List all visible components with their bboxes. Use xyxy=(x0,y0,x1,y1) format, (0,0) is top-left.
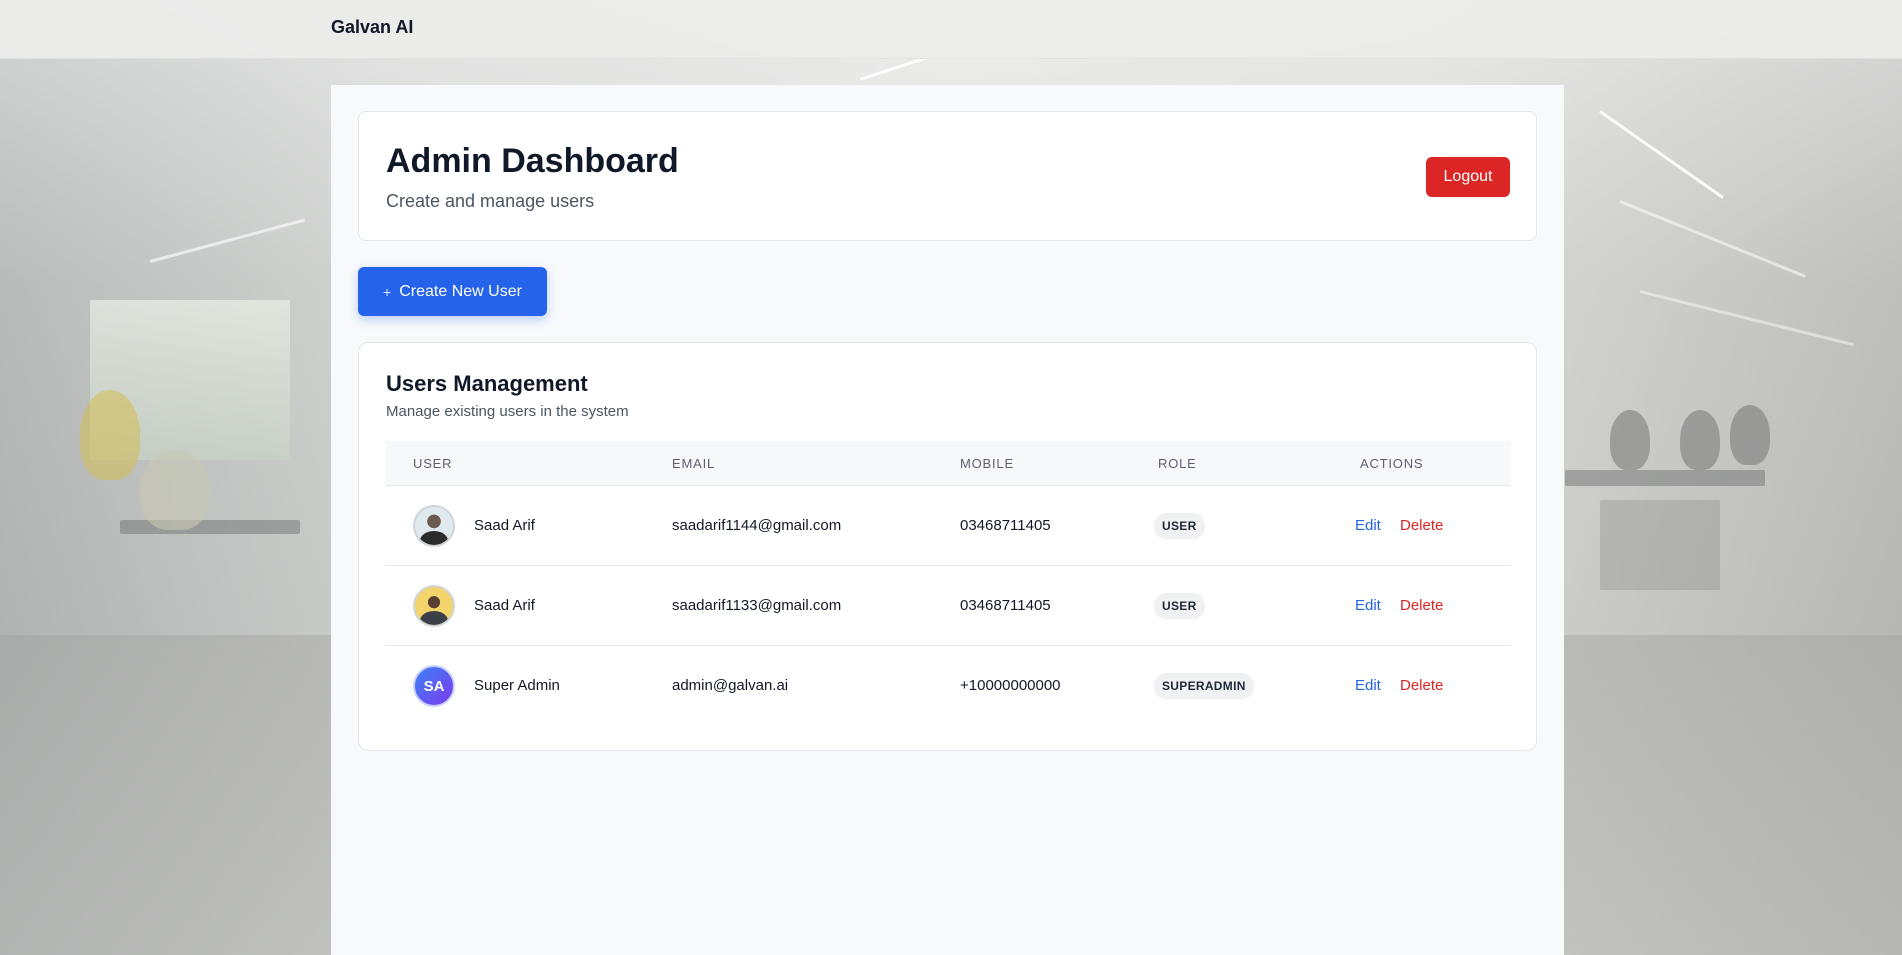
table-row: Saad Arif saadarif1144@gmail.com 0346871… xyxy=(386,486,1511,566)
role-badge: USER xyxy=(1154,513,1205,539)
logout-button[interactable]: Logout xyxy=(1426,157,1510,197)
edit-user-link[interactable]: Edit xyxy=(1355,597,1381,614)
section-title: Users Management xyxy=(386,371,588,396)
users-management-card: Users Management Manage existing users i… xyxy=(358,342,1537,751)
user-name: Saad Arif xyxy=(474,517,535,534)
background-desk xyxy=(120,520,300,534)
main-content: Admin Dashboard Create and manage users … xyxy=(331,85,1564,955)
table-header: USER EMAIL MOBILE ROLE ACTIONS xyxy=(386,441,1511,486)
create-new-user-button[interactable]: + Create New User xyxy=(358,267,547,316)
user-email: admin@galvan.ai xyxy=(672,677,789,694)
user-email: saadarif1133@gmail.com xyxy=(672,597,842,614)
background-light xyxy=(1599,110,1724,199)
edit-user-link[interactable]: Edit xyxy=(1355,677,1381,694)
top-navbar: Galvan AI xyxy=(0,0,1902,59)
background-light xyxy=(149,218,305,263)
column-header-mobile: MOBILE xyxy=(960,456,1014,471)
column-header-actions: ACTIONS xyxy=(1360,456,1424,471)
dashboard-header-card: Admin Dashboard Create and manage users … xyxy=(358,111,1537,241)
avatar-photo xyxy=(420,531,448,545)
column-header-user: USER xyxy=(413,456,453,471)
edit-user-link[interactable]: Edit xyxy=(1355,517,1381,534)
background-person xyxy=(1680,410,1720,470)
create-new-user-label: Create New User xyxy=(399,282,522,300)
brand-logo-text[interactable]: Galvan AI xyxy=(331,17,413,38)
avatar: SA xyxy=(413,665,455,707)
user-name: Saad Arif xyxy=(474,597,535,614)
avatar xyxy=(413,585,455,627)
section-subtitle: Manage existing users in the system xyxy=(386,403,629,420)
background-desk xyxy=(1565,470,1765,486)
role-badge: SUPERADMIN xyxy=(1154,673,1254,699)
background-light xyxy=(1639,290,1854,347)
delete-user-link[interactable]: Delete xyxy=(1400,597,1443,614)
table-row: Saad Arif saadarif1133@gmail.com 0346871… xyxy=(386,566,1511,646)
page-title: Admin Dashboard xyxy=(386,142,679,180)
background-person xyxy=(1610,410,1650,470)
plus-icon: + xyxy=(383,283,392,300)
avatar-initials: SA xyxy=(423,677,445,695)
delete-user-link[interactable]: Delete xyxy=(1400,517,1443,534)
user-email: saadarif1144@gmail.com xyxy=(672,517,842,534)
background-light xyxy=(1619,200,1806,278)
background-person xyxy=(1730,405,1770,465)
column-header-role: ROLE xyxy=(1158,456,1197,471)
delete-user-link[interactable]: Delete xyxy=(1400,677,1443,694)
background-person xyxy=(140,450,210,530)
user-mobile: 03468711405 xyxy=(960,517,1051,534)
page-subtitle: Create and manage users xyxy=(386,191,595,211)
table-row: SA Super Admin admin@galvan.ai +10000000… xyxy=(386,646,1511,726)
avatar xyxy=(413,505,455,547)
column-header-email: EMAIL xyxy=(672,456,716,471)
user-mobile: 03468711405 xyxy=(960,597,1051,614)
users-table: USER EMAIL MOBILE ROLE ACTIONS Saad Arif… xyxy=(386,441,1511,726)
user-mobile: +10000000000 xyxy=(960,677,1061,694)
user-name: Super Admin xyxy=(474,677,560,694)
background-person xyxy=(80,390,140,480)
avatar-photo xyxy=(420,611,448,625)
role-badge: USER xyxy=(1154,593,1205,619)
background-desk xyxy=(1600,500,1720,590)
